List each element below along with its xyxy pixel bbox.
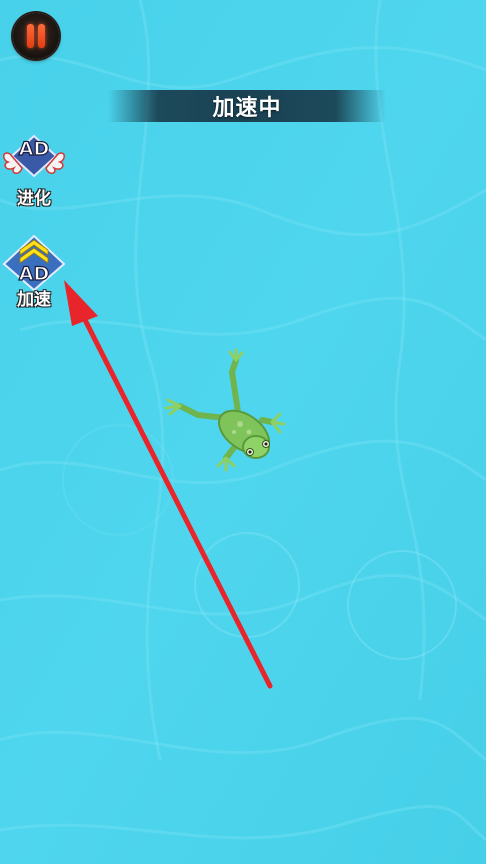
speed-label: 加速 (17, 290, 51, 310)
water-background (0, 0, 486, 864)
pause-icon-bar (38, 24, 45, 48)
speed-ad-button[interactable]: AD 加速 (0, 232, 68, 312)
ad-badge: AD (18, 137, 50, 160)
evolve-ad-button[interactable]: AD 进化 (0, 130, 68, 210)
status-banner-text: 加速中 (212, 96, 282, 121)
evolve-label: 进化 (17, 189, 51, 209)
status-banner: 加速中 (108, 90, 386, 122)
ad-badge: AD (18, 262, 50, 285)
pause-button[interactable] (13, 13, 59, 59)
pause-icon (27, 24, 34, 48)
